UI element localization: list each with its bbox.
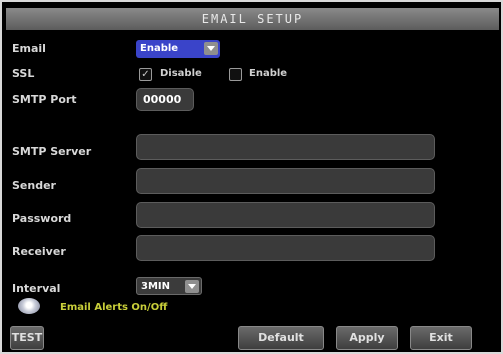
password-field[interactable] (136, 202, 435, 228)
interval-select[interactable]: 3MIN (136, 277, 202, 295)
chevron-down-icon (204, 42, 218, 55)
chevron-down-icon (185, 280, 199, 293)
ssl-enable-checkbox[interactable] (229, 68, 242, 81)
email-setup-dialog: EMAIL SETUP Email Enable SSL ✓ Disable E… (0, 0, 503, 354)
smtp-port-field[interactable]: 00000 (136, 88, 194, 111)
ssl-label: SSL (12, 67, 35, 80)
ssl-disable-label: Disable (160, 68, 202, 79)
email-select[interactable]: Enable (136, 40, 220, 58)
interval-label: Interval (12, 282, 61, 295)
dialog-title: EMAIL SETUP (6, 8, 499, 30)
ssl-enable-label: Enable (249, 68, 288, 79)
receiver-field[interactable] (136, 235, 435, 261)
email-label: Email (12, 42, 46, 55)
receiver-label: Receiver (12, 245, 66, 258)
ssl-disable-checkbox[interactable]: ✓ (139, 68, 152, 81)
interval-select-value: 3MIN (141, 281, 170, 292)
smtp-server-label: SMTP Server (12, 145, 92, 158)
eye-icon[interactable] (18, 298, 40, 314)
email-alerts-label: Email Alerts On/Off (60, 302, 168, 313)
exit-button[interactable]: Exit (410, 326, 472, 350)
smtp-server-field[interactable] (136, 134, 435, 160)
apply-button[interactable]: Apply (336, 326, 398, 350)
default-button[interactable]: Default (238, 326, 324, 350)
email-select-value: Enable (140, 43, 179, 54)
sender-label: Sender (12, 179, 56, 192)
sender-field[interactable] (136, 168, 435, 194)
smtp-port-label: SMTP Port (12, 93, 77, 106)
check-icon: ✓ (141, 69, 150, 80)
test-button[interactable]: TEST (10, 326, 44, 350)
password-label: Password (12, 212, 72, 225)
